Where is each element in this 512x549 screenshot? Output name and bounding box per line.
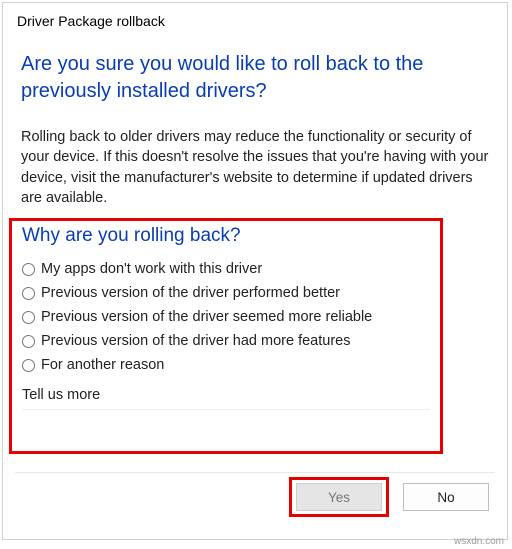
button-row: Yes No [289,477,489,517]
reason-label: For another reason [41,357,164,373]
reason-label: Previous version of the driver performed… [41,285,340,301]
bottom-divider [15,472,495,473]
yes-button[interactable]: Yes [296,483,382,511]
reason-radio-0[interactable] [22,263,35,276]
reason-radio-4[interactable] [22,359,35,372]
reason-radio-3[interactable] [22,335,35,348]
reason-radio-2[interactable] [22,311,35,324]
reason-option[interactable]: For another reason [22,353,430,377]
watermark: wsxdn.com [454,536,504,547]
reason-label: Previous version of the driver had more … [41,333,350,349]
reason-section: Why are you rolling back? My apps don't … [9,218,443,454]
rollback-dialog: Driver Package rollback Are you sure you… [2,2,508,540]
body-text: Rolling back to older drivers may reduce… [3,111,507,218]
yes-highlight: Yes [289,477,389,517]
no-button[interactable]: No [403,483,489,511]
reason-option[interactable]: Previous version of the driver performed… [22,281,430,305]
reason-option[interactable]: Previous version of the driver had more … [22,329,430,353]
reason-radio-1[interactable] [22,287,35,300]
window-title: Driver Package rollback [3,3,507,33]
reason-heading: Why are you rolling back? [22,225,430,257]
tell-us-more-label: Tell us more [22,377,430,403]
divider [22,409,430,410]
reason-label: Previous version of the driver seemed mo… [41,309,372,325]
main-heading: Are you sure you would like to roll back… [3,33,507,111]
reason-label: My apps don't work with this driver [41,261,262,277]
reason-option[interactable]: My apps don't work with this driver [22,257,430,281]
reason-option[interactable]: Previous version of the driver seemed mo… [22,305,430,329]
